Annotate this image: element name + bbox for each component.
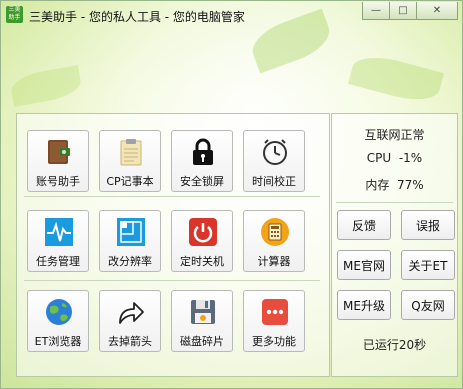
tools-panel: 账号助手 CP记事本 安全锁屏 时间校正 任务管理 改分辨率 定时关机 计算器 … bbox=[16, 113, 330, 377]
tool-label: 去掉箭头 bbox=[108, 335, 152, 348]
resolution-icon bbox=[117, 218, 145, 246]
tool-label: 更多功能 bbox=[252, 335, 296, 348]
status-panel: 互联网正常 CPU -1% 内存 77% 反馈 误报 ME官网 关于ET ME升… bbox=[331, 113, 458, 377]
false-positive-button[interactable]: 误报 bbox=[401, 210, 455, 240]
more-icon bbox=[262, 299, 288, 325]
background-leaf bbox=[348, 49, 444, 108]
tool-disk-defrag[interactable]: 磁盘碎片 bbox=[171, 290, 233, 352]
tool-task-manager[interactable]: 任务管理 bbox=[27, 210, 89, 272]
calculator-icon bbox=[261, 218, 289, 246]
tool-calculator[interactable]: 计算器 bbox=[243, 210, 305, 272]
wallet-icon bbox=[48, 140, 70, 164]
maximize-button[interactable]: □ bbox=[389, 2, 417, 20]
tool-remove-arrow[interactable]: 去掉箭头 bbox=[99, 290, 161, 352]
cpu-label: CPU bbox=[366, 151, 392, 165]
memory-usage: 内存 77% bbox=[332, 176, 457, 193]
tool-et-browser[interactable]: ET浏览器 bbox=[27, 290, 89, 352]
me-upgrade-button[interactable]: ME升级 bbox=[337, 290, 391, 320]
window-controls: — □ ✕ bbox=[362, 2, 458, 20]
tool-change-resolution[interactable]: 改分辨率 bbox=[99, 210, 161, 272]
memory-label: 内存 bbox=[365, 178, 390, 192]
internet-status: 互联网正常 bbox=[364, 128, 425, 142]
status-divider bbox=[336, 202, 453, 203]
about-et-button[interactable]: 关于ET bbox=[401, 250, 455, 280]
tool-account-helper[interactable]: 账号助手 bbox=[27, 130, 89, 192]
cpu-usage: CPU -1% bbox=[332, 151, 457, 165]
tool-more-features[interactable]: 更多功能 bbox=[243, 290, 305, 352]
feedback-button[interactable]: 反馈 bbox=[337, 210, 391, 240]
tool-label: 定时关机 bbox=[180, 255, 224, 268]
tool-label: 磁盘碎片 bbox=[180, 335, 224, 348]
globe-icon bbox=[46, 299, 72, 325]
tool-time-sync[interactable]: 时间校正 bbox=[243, 130, 305, 192]
tool-label: 时间校正 bbox=[252, 175, 296, 188]
close-button[interactable]: ✕ bbox=[416, 2, 458, 20]
tool-label: ET浏览器 bbox=[34, 335, 82, 348]
cpu-value: -1% bbox=[398, 151, 423, 165]
me-website-button[interactable]: ME官网 bbox=[337, 250, 391, 280]
app-logo-icon: 三美助手 bbox=[6, 6, 23, 23]
q-friends-button[interactable]: Q友网 bbox=[401, 290, 455, 320]
power-icon bbox=[189, 218, 217, 246]
background-leaf bbox=[8, 65, 84, 107]
row-divider bbox=[24, 196, 320, 197]
tool-label: 安全锁屏 bbox=[180, 175, 224, 188]
share-arrow-icon bbox=[119, 302, 144, 324]
tool-secure-lock[interactable]: 安全锁屏 bbox=[171, 130, 233, 192]
memory-value: 77% bbox=[396, 178, 424, 192]
main-window: 三美助手 三美助手 - 您的私人工具 - 您的电脑管家 — □ ✕ 账号助手 C… bbox=[0, 0, 463, 389]
tool-label: 改分辨率 bbox=[108, 255, 152, 268]
tool-label: CP记事本 bbox=[106, 175, 154, 188]
window-title: 三美助手 - 您的私人工具 - 您的电脑管家 bbox=[29, 10, 245, 24]
uptime-text: 已运行20秒 bbox=[362, 338, 427, 352]
row-divider bbox=[24, 280, 320, 281]
tool-label: 计算器 bbox=[257, 255, 291, 268]
tool-label: 账号助手 bbox=[36, 175, 80, 188]
pulse-monitor-icon bbox=[45, 218, 73, 246]
minimize-button[interactable]: — bbox=[362, 2, 390, 20]
tool-label: 任务管理 bbox=[36, 255, 80, 268]
title-bar[interactable]: 三美助手 三美助手 - 您的私人工具 - 您的电脑管家 — □ ✕ bbox=[1, 1, 462, 31]
tool-scheduled-shutdown[interactable]: 定时关机 bbox=[171, 210, 233, 272]
clock-icon bbox=[263, 139, 287, 165]
clipboard-icon bbox=[120, 139, 142, 166]
floppy-disk-icon bbox=[191, 300, 215, 324]
lock-icon bbox=[193, 138, 213, 165]
tool-cp-notepad[interactable]: CP记事本 bbox=[99, 130, 161, 192]
